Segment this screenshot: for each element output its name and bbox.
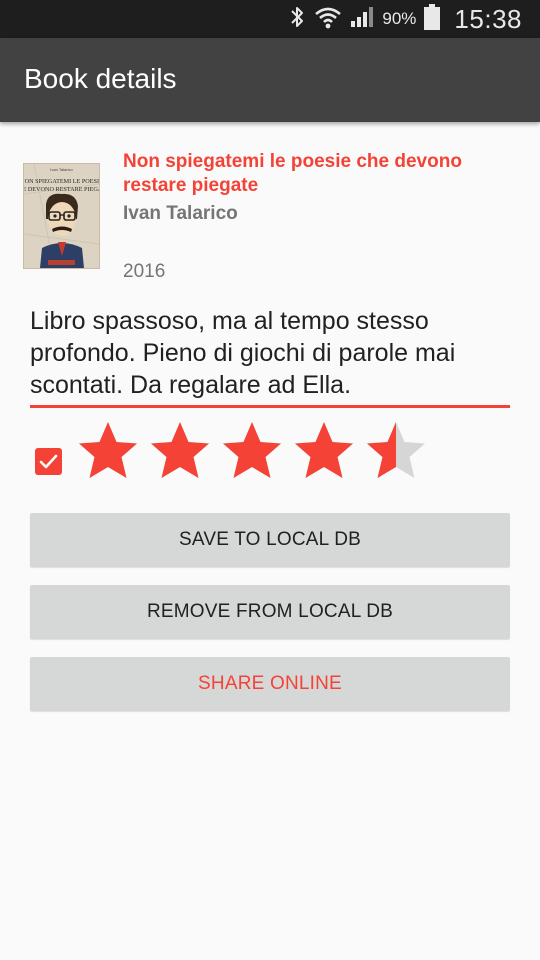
star-icon[interactable] <box>292 420 356 484</box>
battery-icon <box>424 3 441 35</box>
remove-from-local-db-button[interactable]: REMOVE FROM LOCAL DB <box>30 585 510 639</box>
star-icon[interactable] <box>220 420 284 484</box>
svg-text:CHE DEVONO RESTARE PIEGATE: CHE DEVONO RESTARE PIEGATE <box>24 186 99 193</box>
star-icon[interactable] <box>364 420 428 484</box>
wifi-icon <box>314 5 342 34</box>
star-icon[interactable] <box>76 420 140 484</box>
page-title: Book details <box>24 63 177 94</box>
review-text-field[interactable]: Libro spassoso, ma al tempo stesso profo… <box>30 305 510 401</box>
bluetooth-icon <box>288 5 306 34</box>
battery-percent: 90% <box>382 9 417 28</box>
review-field-underline <box>30 405 510 408</box>
book-year: 2016 <box>123 261 166 282</box>
save-to-local-db-button[interactable]: SAVE TO LOCAL DB <box>30 513 510 567</box>
star-icon[interactable] <box>148 420 212 484</box>
book-author: Ivan Talarico <box>123 203 238 224</box>
read-checkbox[interactable] <box>35 448 62 475</box>
status-bar: 90% 15:38 <box>0 0 540 38</box>
clock: 15:38 <box>454 3 522 34</box>
share-online-button[interactable]: SHARE ONLINE <box>30 657 510 711</box>
book-title: Non spiegatemi le poesie che devono rest… <box>123 151 462 196</box>
svg-text:NON SPIEGATEMI LE POESIE: NON SPIEGATEMI LE POESIE <box>24 178 99 185</box>
signal-icon <box>350 5 374 34</box>
book-cover-image: Ivan Talarico NON SPIEGATEMI LE POESIE C… <box>14 163 109 269</box>
svg-text:Ivan Talarico: Ivan Talarico <box>50 167 73 172</box>
check-icon <box>39 454 58 469</box>
status-icons: 90% 15:38 <box>288 0 522 38</box>
app-bar: Book details <box>0 38 540 122</box>
